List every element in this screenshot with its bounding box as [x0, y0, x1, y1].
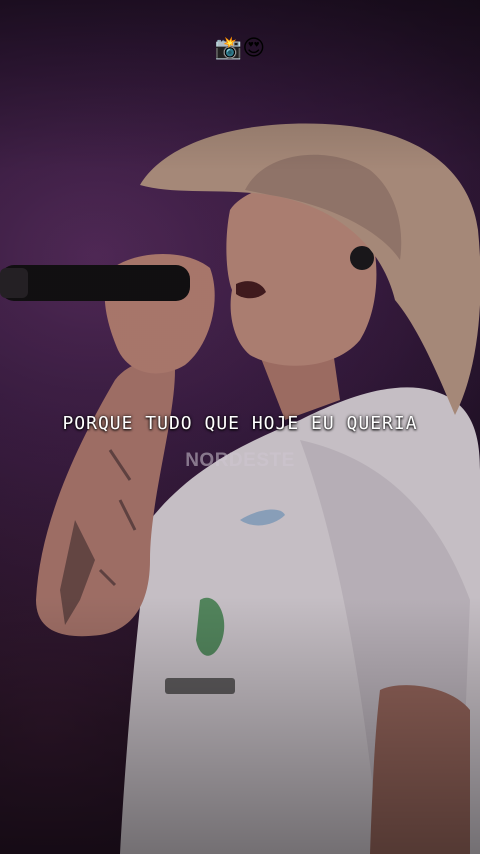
watermark-text: NORDESTE — [185, 450, 295, 471]
microphone-grill — [0, 268, 28, 298]
emoji-caption: 📸😍 — [214, 36, 266, 61]
lyric-caption: PORQUE TUDO QUE HOJE EU QUERIA — [62, 413, 418, 434]
print-text — [165, 678, 235, 694]
channel-watermark: NORDESTE — [160, 450, 320, 472]
video-frame: 📸😍 PORQUE TUDO QUE HOJE EU QUERIA NORDES… — [0, 0, 480, 854]
microphone-body — [0, 265, 190, 301]
lower-arm — [370, 685, 470, 854]
